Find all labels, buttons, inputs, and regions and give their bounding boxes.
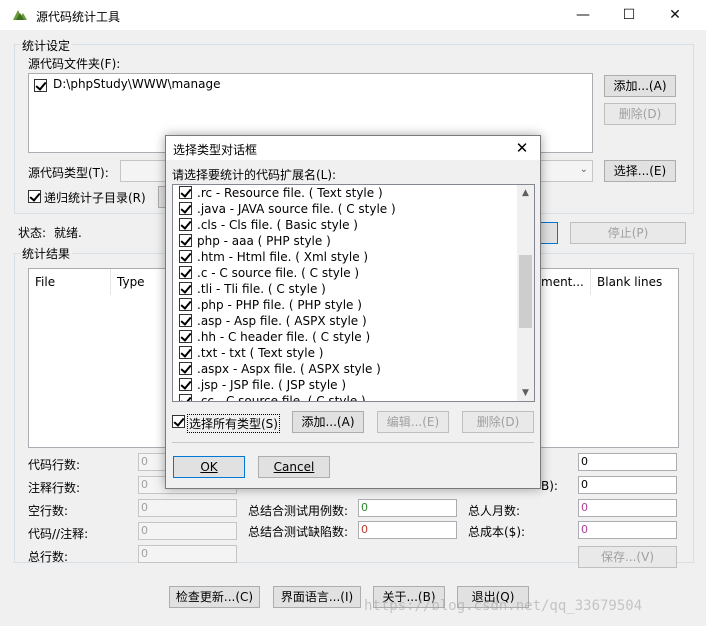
- test-cases-label: 总结合测试用例数:: [248, 504, 349, 518]
- stop-button[interactable]: 停止(P): [570, 222, 686, 244]
- main-window: 源代码统计工具 — ☐ ✕ 统计设定 源代码文件夹(F): D:\phpStud…: [0, 0, 706, 626]
- test-defects-field: 0: [358, 521, 457, 539]
- source-folder-label: 源代码文件夹(F):: [28, 57, 121, 71]
- extension-prompt: 请选择要统计的代码扩展名(L):: [172, 168, 337, 182]
- close-icon[interactable]: ✕: [652, 0, 698, 30]
- ok-button[interactable]: OK: [173, 456, 245, 478]
- source-type-label: 源代码类型(T):: [28, 166, 109, 180]
- extension-checkbox[interactable]: [179, 266, 192, 279]
- code-lines-label: 代码行数:: [28, 458, 81, 472]
- dialog-add-button[interactable]: 添加...(A): [292, 411, 364, 433]
- select-types-button[interactable]: 选择...(E): [604, 160, 676, 182]
- recursive-checkbox[interactable]: [28, 190, 41, 203]
- total-cost-label: 总成本($):: [468, 525, 526, 539]
- person-months-label: 总人月数:: [468, 504, 521, 518]
- extension-checkbox[interactable]: [179, 202, 192, 215]
- ui-language-button[interactable]: 界面语言...(I): [273, 586, 361, 608]
- folder-checkbox[interactable]: [34, 79, 47, 92]
- right-stat-label-2: B):: [541, 479, 558, 493]
- column-blank-lines[interactable]: Blank lines: [591, 269, 678, 295]
- save-button[interactable]: 保存...(V): [578, 546, 677, 568]
- comment-lines-label: 注释行数:: [28, 481, 81, 495]
- list-item[interactable]: .hh - C header file. ( C style ): [173, 329, 517, 345]
- blank-lines-field: 0: [138, 499, 237, 517]
- extension-checkbox[interactable]: [179, 250, 192, 263]
- test-defects-label: 总结合测试缺陷数:: [248, 525, 349, 539]
- list-item[interactable]: .c - C source file. ( C style ): [173, 265, 517, 281]
- results-group-label: 统计结果: [20, 245, 73, 262]
- title-bar: 源代码统计工具 — ☐ ✕: [0, 0, 706, 30]
- app-logo-icon: [13, 10, 27, 20]
- list-item[interactable]: .txt - txt ( Text style ): [173, 345, 517, 361]
- list-item[interactable]: .jsp - JSP file. ( JSP style ): [173, 377, 517, 393]
- extension-checkbox[interactable]: [179, 218, 192, 231]
- select-type-dialog: 选择类型对话框 ✕ 请选择要统计的代码扩展名(L): .rc - Resourc…: [165, 135, 541, 489]
- blank-lines-label: 空行数:: [28, 504, 69, 518]
- column-comment[interactable]: ment...: [535, 269, 591, 295]
- watermark: https://blog.csdn.net/qq_33679504: [364, 598, 643, 614]
- code-comment-ratio-field: 0: [138, 522, 237, 540]
- total-lines-label: 总行数:: [28, 550, 69, 564]
- list-item[interactable]: .htm - Html file. ( Xml style ): [173, 249, 517, 265]
- code-comment-ratio-label: 代码//注释:: [28, 527, 89, 541]
- start-button-edge[interactable]: [538, 222, 558, 244]
- recursive-label: 递归统计子目录(R): [44, 191, 146, 205]
- extension-list-scrollbar[interactable]: ▲ ▼: [517, 185, 534, 401]
- list-item[interactable]: .java - JAVA source file. ( C style ): [173, 201, 517, 217]
- total-cost-field: 0: [578, 521, 677, 539]
- dialog-edit-button[interactable]: 编辑...(E): [377, 411, 449, 433]
- dialog-title: 选择类型对话框: [173, 143, 258, 157]
- dialog-title-bar: 选择类型对话框 ✕: [166, 136, 540, 160]
- check-update-button[interactable]: 检查更新...(C): [169, 586, 260, 608]
- extension-checkbox[interactable]: [179, 378, 192, 391]
- extension-checkbox[interactable]: [179, 394, 192, 401]
- list-item[interactable]: .aspx - Aspx file. ( ASPX style ): [173, 361, 517, 377]
- test-cases-field: 0: [358, 499, 457, 517]
- column-type[interactable]: Type: [111, 269, 171, 295]
- total-lines-field: 0: [138, 545, 237, 563]
- extension-checkbox[interactable]: [179, 330, 192, 343]
- add-folder-button[interactable]: 添加...(A): [604, 75, 676, 97]
- list-item[interactable]: .rc - Resource file. ( Text style ): [173, 185, 517, 201]
- extension-list[interactable]: .rc - Resource file. ( Text style ) .jav…: [172, 184, 535, 402]
- dialog-delete-button[interactable]: 删除(D): [462, 411, 534, 433]
- extension-checkbox[interactable]: [179, 234, 192, 247]
- dialog-separator: [172, 442, 534, 443]
- minimize-icon[interactable]: —: [560, 0, 606, 30]
- extension-checkbox[interactable]: [179, 186, 192, 199]
- status-label: 状态:: [18, 226, 47, 240]
- cancel-button[interactable]: Cancel: [258, 456, 330, 478]
- column-file[interactable]: File: [29, 269, 111, 295]
- list-item[interactable]: php - aaa ( PHP style ): [173, 233, 517, 249]
- scroll-thumb[interactable]: [519, 255, 532, 328]
- list-item[interactable]: .php - PHP file. ( PHP style ): [173, 297, 517, 313]
- select-all-checkbox[interactable]: [172, 415, 185, 428]
- extension-checkbox[interactable]: [179, 314, 192, 327]
- person-months-field: 0: [578, 499, 677, 517]
- maximize-icon[interactable]: ☐: [606, 0, 652, 30]
- dialog-close-icon[interactable]: ✕: [510, 137, 534, 159]
- list-item[interactable]: .asp - Asp file. ( ASPX style ): [173, 313, 517, 329]
- scroll-down-icon[interactable]: ▼: [517, 385, 534, 401]
- window-title: 源代码统计工具: [36, 10, 121, 24]
- right-stat-field-2: 0: [578, 476, 677, 494]
- extension-checkbox[interactable]: [179, 346, 192, 359]
- chevron-down-icon: ⌄: [579, 164, 588, 175]
- list-item[interactable]: .cc - C source file. ( C style ): [173, 393, 517, 401]
- extension-checkbox[interactable]: [179, 298, 192, 311]
- list-item[interactable]: .cls - Cls file. ( Basic style ): [173, 217, 517, 233]
- scroll-up-icon[interactable]: ▲: [517, 185, 534, 201]
- list-item[interactable]: .tli - Tli file. ( C style ): [173, 281, 517, 297]
- extension-checkbox[interactable]: [179, 362, 192, 375]
- extension-checkbox[interactable]: [179, 282, 192, 295]
- right-stat-field-1: 0: [578, 453, 677, 471]
- delete-folder-button[interactable]: 删除(D): [604, 103, 676, 125]
- folder-path: D:\phpStudy\WWW\manage: [53, 77, 221, 91]
- select-all-label: 选择所有类型(S): [187, 414, 280, 433]
- status-value: 就绪.: [54, 226, 82, 240]
- settings-group-label: 统计设定: [20, 37, 73, 54]
